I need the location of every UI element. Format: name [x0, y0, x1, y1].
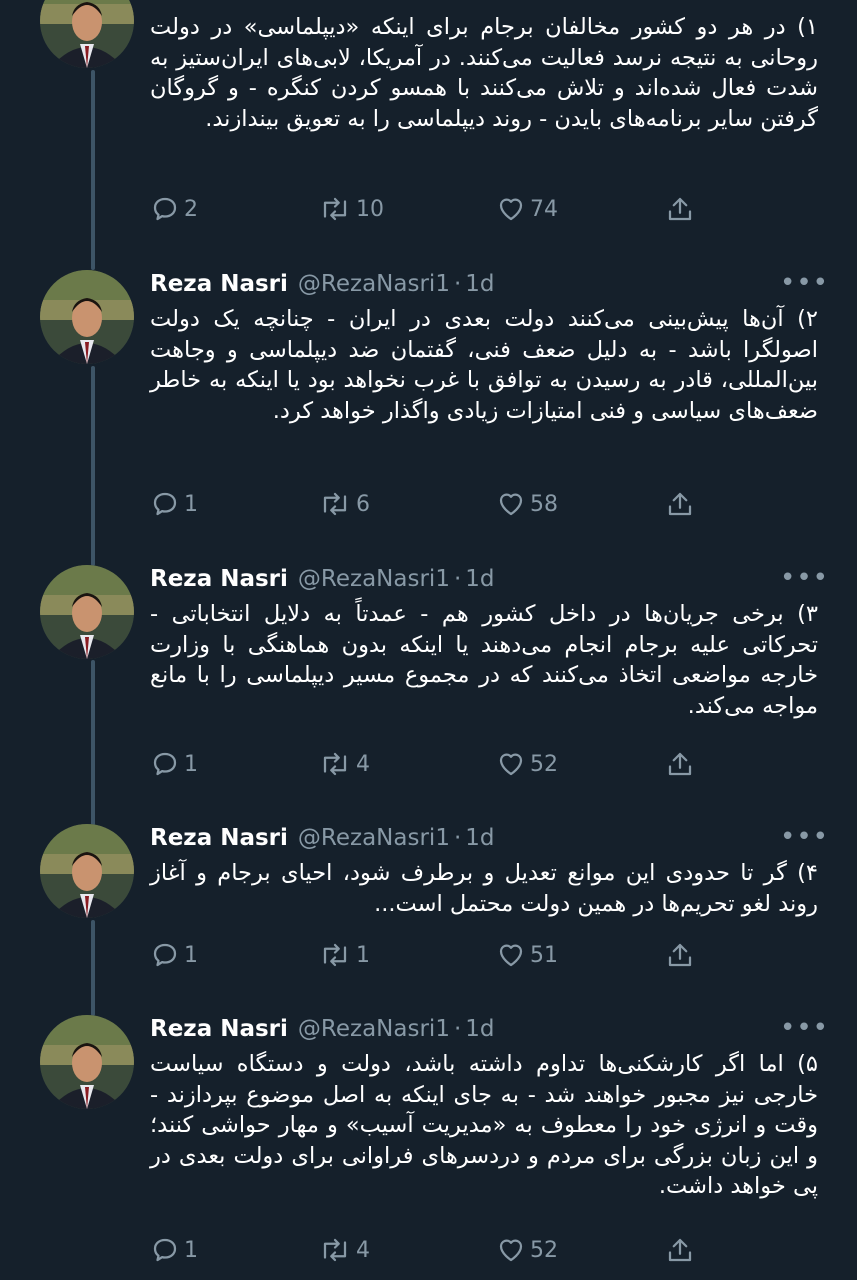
like-count: 74 — [530, 196, 558, 222]
reply-icon — [153, 197, 177, 221]
more-options-icon[interactable]: ••• — [780, 824, 829, 850]
retweet-button[interactable]: 1 — [318, 940, 370, 970]
reply-count: 1 — [184, 942, 198, 968]
share-button[interactable] — [665, 1235, 695, 1265]
retweet-button[interactable]: 10 — [318, 194, 384, 224]
user-name[interactable]: Reza Nasri — [150, 271, 288, 297]
user-handle[interactable]: @RezaNasri1 — [298, 825, 450, 851]
like-button[interactable]: 52 — [496, 1235, 558, 1265]
heart-icon — [499, 493, 523, 516]
separator: · — [453, 271, 462, 297]
heart-icon — [499, 944, 523, 967]
heart-icon — [499, 198, 523, 221]
share-button[interactable] — [665, 194, 695, 224]
tweet-text: ۴) گر تا حدودی این موانع تعدیل و برطرف ش… — [150, 860, 818, 917]
tweet-actions: 2 10 74 — [0, 194, 857, 230]
retweet-icon — [323, 492, 347, 516]
tweet-text: ۳) برخی جریان‌ها در داخل کشور هم - عمدتا… — [150, 601, 818, 719]
retweet-icon — [323, 752, 347, 776]
reply-button[interactable]: 1 — [150, 940, 198, 970]
like-button[interactable]: 51 — [496, 940, 558, 970]
separator: · — [453, 566, 462, 592]
user-handle[interactable]: @RezaNasri1 — [298, 1016, 450, 1042]
share-icon — [668, 752, 692, 776]
reply-icon — [153, 752, 177, 776]
tweet-actions: 1 4 52 — [0, 749, 857, 785]
avatar[interactable] — [40, 824, 134, 918]
retweet-count: 10 — [356, 196, 384, 222]
share-icon — [668, 943, 692, 967]
share-button[interactable] — [665, 489, 695, 519]
tweet-header: Reza Nasri @RezaNasri1 · 1d — [150, 822, 495, 854]
timestamp[interactable]: 1d — [465, 271, 494, 297]
retweet-icon — [323, 943, 347, 967]
user-name[interactable]: Reza Nasri — [150, 566, 288, 592]
tweet-actions: 1 1 51 — [0, 940, 857, 976]
reply-count: 1 — [184, 491, 198, 517]
user-handle[interactable]: @RezaNasri1 — [298, 566, 450, 592]
timestamp[interactable]: 1d — [465, 566, 494, 592]
like-button[interactable]: 58 — [496, 489, 558, 519]
reply-button[interactable]: 1 — [150, 749, 198, 779]
heart-icon — [499, 1239, 523, 1262]
retweet-button[interactable]: 4 — [318, 749, 370, 779]
like-count: 52 — [530, 1237, 558, 1263]
thread-line — [91, 70, 95, 270]
reply-button[interactable]: 2 — [150, 194, 198, 224]
tweet-text: ۵) اما اگر کارشکنی‌ها تداوم داشته باشد، … — [150, 1051, 818, 1199]
tweet-header: Reza Nasri @RezaNasri1 · 1d — [150, 268, 495, 300]
like-count: 52 — [530, 751, 558, 777]
like-count: 58 — [530, 491, 558, 517]
retweet-count: 1 — [356, 942, 370, 968]
thread-line — [91, 660, 95, 826]
retweet-button[interactable]: 6 — [318, 489, 370, 519]
avatar[interactable] — [40, 270, 134, 364]
tweet-actions: 1 4 52 — [0, 1235, 857, 1271]
retweet-icon — [323, 1238, 347, 1262]
retweet-count: 4 — [356, 751, 370, 777]
reply-button[interactable]: 1 — [150, 1235, 198, 1265]
heart-icon — [499, 753, 523, 776]
more-options-icon[interactable]: ••• — [780, 565, 829, 591]
reply-icon — [153, 1238, 177, 1262]
share-icon — [668, 1238, 692, 1262]
user-handle[interactable]: @RezaNasri1 — [298, 271, 450, 297]
timestamp[interactable]: 1d — [465, 1016, 494, 1042]
share-icon — [668, 492, 692, 516]
reply-icon — [153, 943, 177, 967]
reply-button[interactable]: 1 — [150, 489, 198, 519]
avatar[interactable] — [40, 0, 134, 68]
tweet-text: ۲) آن‌ها پیش‌بینی می‌کنند دولت بعدی در ا… — [150, 306, 818, 424]
user-name[interactable]: Reza Nasri — [150, 825, 288, 851]
share-icon — [668, 197, 692, 221]
tweet-text: ۱) در هر دو کشور مخالفان برجام برای اینک… — [150, 14, 818, 132]
tweet-header: Reza Nasri @RezaNasri1 · 1d — [150, 1013, 495, 1045]
retweet-button[interactable]: 4 — [318, 1235, 370, 1265]
thread-line — [91, 366, 95, 566]
avatar[interactable] — [40, 1015, 134, 1109]
like-button[interactable]: 74 — [496, 194, 558, 224]
retweet-count: 6 — [356, 491, 370, 517]
timestamp[interactable]: 1d — [465, 825, 494, 851]
separator: · — [453, 1016, 462, 1042]
share-button[interactable] — [665, 940, 695, 970]
share-button[interactable] — [665, 749, 695, 779]
more-options-icon[interactable]: ••• — [780, 1015, 829, 1041]
like-button[interactable]: 52 — [496, 749, 558, 779]
separator: · — [453, 825, 462, 851]
reply-count: 2 — [184, 196, 198, 222]
like-count: 51 — [530, 942, 558, 968]
reply-count: 1 — [184, 751, 198, 777]
retweet-count: 4 — [356, 1237, 370, 1263]
tweet-header: Reza Nasri @RezaNasri1 · 1d — [150, 563, 495, 595]
user-name[interactable]: Reza Nasri — [150, 1016, 288, 1042]
avatar[interactable] — [40, 565, 134, 659]
reply-count: 1 — [184, 1237, 198, 1263]
more-options-icon[interactable]: ••• — [780, 270, 829, 296]
reply-icon — [153, 492, 177, 516]
tweet-actions: 1 6 58 — [0, 489, 857, 525]
retweet-icon — [323, 197, 347, 221]
